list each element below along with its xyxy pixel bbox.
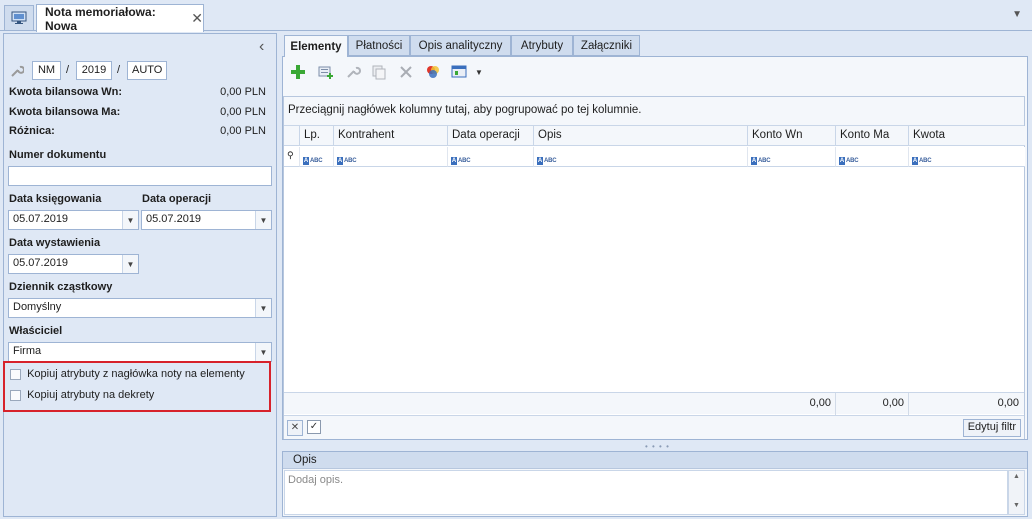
add-icon[interactable] [290, 64, 306, 83]
color-icon[interactable] [425, 64, 441, 83]
dziennik-label: Dziennik cząstkowy [9, 281, 113, 293]
filter-cell-kontrahent[interactable]: A ABC [334, 147, 448, 167]
wrench-icon[interactable] [10, 64, 25, 81]
opis-scrollbar[interactable]: ▲ ▼ [1008, 470, 1025, 515]
dziennik-value: Domyślny [13, 301, 62, 313]
chevron-down-icon[interactable]: ▼ [255, 299, 271, 317]
column-header-kontrahent[interactable]: Kontrahent [334, 126, 448, 146]
tab-zalaczniki[interactable]: Załączniki [573, 35, 640, 56]
kopiuj-naglowek-label: Kopiuj atrybuty z nagłówka noty na eleme… [27, 368, 245, 380]
sum-konto-ma: 0,00 [836, 393, 909, 415]
column-header-konto-wn[interactable]: Konto Wn [748, 126, 836, 146]
numer-dokumentu-input[interactable] [8, 166, 272, 186]
filter-bar: ✕ ✓ Edytuj filtr [284, 415, 1024, 439]
chevron-down-icon[interactable]: ▼ [122, 211, 138, 229]
filter-abc-icon: A ABC [451, 157, 471, 165]
chevron-down-icon[interactable]: ▼ [255, 343, 271, 361]
filter-cell-konto-wn[interactable]: A ABC [748, 147, 836, 167]
column-header-data-operacji[interactable]: Data operacji [448, 126, 534, 146]
column-header-opis[interactable]: Opis [534, 126, 748, 146]
data-ksiegowania-picker[interactable]: 05.07.2019 ▼ [8, 210, 139, 230]
app-icon-tab[interactable] [4, 5, 34, 30]
separator: / [117, 64, 121, 76]
document-tab-title: Nota memoriałowa: Nowa [45, 4, 156, 33]
grid-summary-row: 0,00 0,00 0,00 [284, 392, 1024, 415]
add-from-list-icon[interactable] [318, 64, 334, 83]
filter-row-icon: ⚲ [284, 147, 300, 167]
copy-icon[interactable] [371, 64, 387, 83]
opis-panel-title: Opis [283, 452, 1027, 469]
sum-kwota: 0,00 [997, 397, 1019, 409]
summary-value-wn: 0,00 PLN [220, 86, 266, 98]
data-operacji-label: Data operacji [142, 193, 212, 205]
summary-label-wn: Kwota bilansowa Wn: [9, 86, 123, 98]
chevron-down-icon[interactable]: ▼ [255, 211, 271, 229]
wlasciciel-value: Firma [13, 345, 42, 357]
summary-label-roznica: Różnica: [9, 125, 55, 137]
filter-cell-opis[interactable]: A ABC [534, 147, 748, 167]
wlasciciel-label: Właściciel [9, 325, 63, 337]
summary-value-ma: 0,00 PLN [220, 106, 266, 118]
kopiuj-dekrety-row[interactable]: Kopiuj atrybuty na dekrety [10, 389, 154, 401]
clear-filter-icon[interactable]: ✕ [287, 420, 303, 436]
data-ksiegowania-label: Data księgowania [9, 193, 102, 205]
summary-value-roznica: 0,00 PLN [220, 125, 266, 137]
tab-atrybuty[interactable]: Atrybuty [511, 35, 573, 56]
column-header-kwota[interactable]: Kwota [909, 126, 1025, 146]
filter-cell-lp[interactable]: A ABC [300, 147, 334, 167]
view-dropdown-icon[interactable]: ▼ [451, 64, 483, 80]
splitter-handle[interactable]: • • • • [645, 442, 670, 451]
tab-opis-analityczny[interactable]: Opis analityczny [410, 35, 511, 56]
data-ksiegowania-value: 05.07.2019 [13, 213, 69, 225]
monitor-icon [11, 11, 27, 24]
edit-wrench-icon[interactable] [345, 64, 361, 83]
edit-filter-button[interactable]: Edytuj filtr [962, 419, 1021, 437]
chevron-down-icon[interactable]: ▼ [122, 255, 138, 273]
filter-abc-icon: A ABC [751, 157, 771, 165]
series-field[interactable]: NM [32, 61, 61, 80]
filter-abc-icon: A ABC [912, 157, 932, 165]
kopiuj-naglowek-checkbox[interactable] [10, 368, 21, 380]
filter-abc-icon: A ABC [537, 157, 557, 165]
filter-enabled-checkbox[interactable]: ✓ [307, 420, 321, 434]
data-wystawienia-value: 05.07.2019 [13, 257, 69, 269]
data-wystawienia-label: Data wystawienia [9, 237, 101, 249]
tab-platnosci[interactable]: Płatności [348, 35, 410, 56]
filter-cell-data-operacji[interactable]: A ABC [448, 147, 534, 167]
chevron-down-icon[interactable]: ▼ [1012, 9, 1022, 20]
row-indicator-header [284, 126, 300, 146]
separator: / [66, 64, 70, 76]
document-tab[interactable]: Nota memoriałowa: Nowa ✕ [36, 4, 204, 33]
summary-label-ma: Kwota bilansowa Ma: [9, 106, 121, 118]
data-operacji-value: 05.07.2019 [146, 213, 202, 225]
opis-textarea[interactable]: Dodaj opis. [284, 470, 1008, 515]
kopiuj-naglowek-row[interactable]: Kopiuj atrybuty z nagłówka noty na eleme… [10, 368, 245, 380]
dziennik-select[interactable]: Domyślny ▼ [8, 298, 272, 318]
data-wystawienia-picker[interactable]: 05.07.2019 ▼ [8, 254, 139, 274]
filter-cell-konto-ma[interactable]: A ABC [836, 147, 909, 167]
kopiuj-dekrety-checkbox[interactable] [10, 389, 21, 401]
collapse-panel-icon[interactable]: ‹ [259, 38, 264, 56]
data-operacji-picker[interactable]: 05.07.2019 ▼ [141, 210, 272, 230]
sum-konto-wn: 0,00 [748, 393, 836, 415]
column-header-lp[interactable]: Lp. [300, 126, 334, 146]
filter-abc-icon: A ABC [839, 157, 859, 165]
delete-icon[interactable] [398, 64, 414, 83]
number-field[interactable]: AUTO [127, 61, 167, 80]
tab-elementy[interactable]: Elementy [284, 35, 348, 57]
column-header-konto-ma[interactable]: Konto Ma [836, 126, 909, 146]
group-by-hint: Przeciągnij nagłówek kolumny tutaj, aby … [284, 97, 1024, 126]
chevron-down-icon[interactable]: ▼ [475, 68, 483, 77]
kopiuj-dekrety-label: Kopiuj atrybuty na dekrety [27, 389, 155, 401]
close-icon[interactable]: ✕ [191, 10, 203, 27]
year-field[interactable]: 2019 [76, 61, 112, 80]
filter-cell-kwota[interactable]: A ABC [909, 147, 1025, 167]
filter-abc-icon: A ABC [337, 157, 357, 165]
numer-dokumentu-label: Numer dokumentu [9, 149, 107, 161]
wlasciciel-select[interactable]: Firma ▼ [8, 342, 272, 362]
filter-abc-icon: A ABC [303, 157, 323, 165]
